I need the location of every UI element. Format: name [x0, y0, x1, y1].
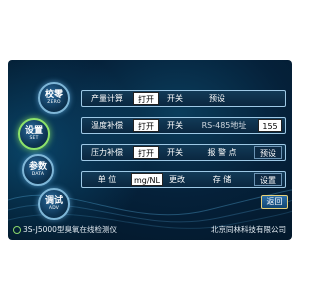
switch-button[interactable]: 开关 [162, 92, 188, 105]
sidebar-item-zero[interactable]: 校零 ZERO [38, 82, 70, 114]
preset-button[interactable]: 预设 [254, 146, 282, 159]
open-button[interactable]: 打开 [133, 119, 159, 132]
device-screen: 校零 ZERO 设置 SET 参数 DATA 调试 ADV 产量计算 打开 开关… [8, 60, 292, 240]
logo-icon [13, 226, 21, 234]
open-button[interactable]: 打开 [133, 92, 159, 105]
sidebar-item-label: 设置 [24, 126, 43, 136]
row-temperature-compensation: 温度补偿 打开 开关 RS-485地址 155 [81, 117, 286, 134]
storage-label: 存 储 [212, 175, 232, 184]
sidebar-item-sublabel: SET [29, 136, 39, 141]
open-button[interactable]: 打开 [133, 146, 159, 159]
model-name: 3S-J5000型臭氧在线检测仪 [13, 224, 117, 235]
sidebar-item-sublabel: ZERO [47, 100, 61, 105]
footer-bar: 3S-J5000型臭氧在线检测仪 北京同林科技有限公司 [8, 220, 292, 240]
switch-button[interactable]: 开关 [162, 146, 188, 159]
sidebar-item-label: 参数 [28, 162, 47, 172]
back-button[interactable]: 返回 [261, 195, 288, 209]
rs485-address-label: RS-485地址 [201, 121, 247, 130]
rs485-address-field[interactable]: 155 [258, 119, 282, 132]
alarm-point-label: 报 警 点 [207, 148, 237, 157]
sidebar-item-sublabel: DATA [31, 172, 45, 177]
sidebar-item-sublabel: ADV [48, 206, 60, 211]
sidebar-item-label: 校零 [44, 90, 63, 100]
model-text: 3S-J5000型臭氧在线检测仪 [23, 225, 117, 234]
company-name: 北京同林科技有限公司 [211, 225, 286, 234]
row-label: 压力补偿 [91, 148, 123, 157]
sidebar-item-set[interactable]: 设置 SET [18, 118, 50, 150]
row-pressure-compensation: 压力补偿 打开 开关 报 警 点 预设 [81, 144, 286, 161]
row-label: 单 位 [97, 175, 117, 184]
switch-button[interactable]: 开关 [162, 119, 188, 132]
row-label: 产量计算 [91, 94, 123, 103]
sidebar-item-label: 调试 [44, 196, 63, 206]
row-unit: 单 位 mg/NL 更改 存 储 设置 [81, 171, 286, 188]
preset-button[interactable]: 预设 [202, 92, 232, 105]
sidebar-item-adv[interactable]: 调试 ADV [38, 188, 70, 220]
settings-button[interactable]: 设置 [254, 173, 282, 186]
unit-value-field[interactable]: mg/NL [131, 173, 163, 186]
row-yield-calculation: 产量计算 打开 开关 预设 [81, 90, 286, 107]
change-button[interactable]: 更改 [164, 173, 190, 186]
row-label: 温度补偿 [91, 121, 123, 130]
sidebar-item-data[interactable]: 参数 DATA [22, 154, 54, 186]
